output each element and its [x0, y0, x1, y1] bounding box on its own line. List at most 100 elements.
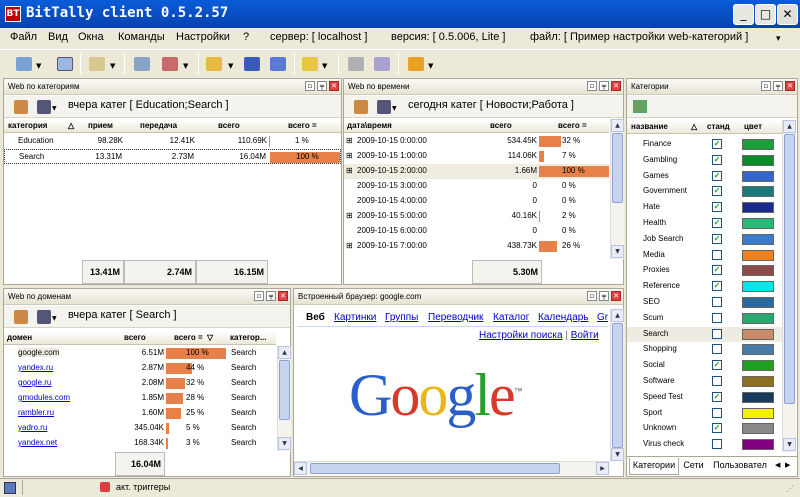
nav-calendar[interactable]: Календарь — [538, 312, 588, 323]
color-swatch[interactable] — [742, 154, 774, 166]
filter-icon[interactable] — [14, 100, 28, 114]
standard-checkbox[interactable]: ✓ — [712, 423, 722, 434]
chevron-down-icon[interactable]: ▼ — [322, 62, 327, 70]
list-item[interactable]: Hate ✓ — [627, 200, 782, 215]
menu-view[interactable]: Вид — [48, 31, 68, 43]
close-icon[interactable]: ✕ — [611, 81, 621, 91]
minimize-button[interactable]: _ — [733, 4, 754, 25]
color-swatch[interactable] — [742, 423, 774, 435]
list-item[interactable]: Search — [627, 326, 782, 342]
list-item[interactable]: Scum — [627, 311, 782, 326]
scroll-down-icon[interactable]: ▼ — [783, 438, 796, 451]
scroll-thumb[interactable] — [612, 323, 623, 448]
login-link[interactable]: Войти — [571, 330, 599, 341]
new-report-button[interactable] — [14, 54, 34, 74]
standard-checkbox[interactable]: ✓ — [712, 139, 722, 149]
expand-icon[interactable]: ⊞ — [346, 151, 353, 160]
cell-domain[interactable]: google.com — [18, 348, 60, 357]
standard-checkbox[interactable]: ✓ — [712, 265, 722, 276]
list-item[interactable]: Virus check — [627, 437, 782, 452]
col-header-category[interactable]: категор... — [230, 333, 267, 342]
scroll-thumb[interactable] — [279, 360, 290, 420]
scroll-up-icon[interactable]: ▲ — [278, 346, 291, 359]
horizontal-scrollbar[interactable]: ◀ ▶ — [294, 461, 610, 475]
chevron-down-icon[interactable]: ▼ — [183, 62, 188, 70]
restore-icon[interactable]: ▫ — [587, 291, 597, 301]
standard-checkbox[interactable] — [712, 407, 722, 418]
list-item[interactable]: Media — [627, 248, 782, 263]
cell-domain[interactable]: yadro.ru — [18, 423, 47, 432]
server-stop-button[interactable] — [160, 54, 180, 74]
expand-icon[interactable]: ⊞ — [346, 166, 353, 175]
color-swatch[interactable] — [742, 407, 774, 419]
restore-icon[interactable]: ▫ — [305, 81, 315, 91]
col-header-name[interactable]: название — [631, 122, 668, 131]
color-swatch[interactable] — [742, 249, 774, 261]
scroll-thumb[interactable] — [310, 463, 560, 474]
vertical-scrollbar[interactable]: ▲ ▼ — [277, 346, 291, 451]
table-row[interactable]: ⊞ 2009-10-15 1:00:00 114.06K 7 % — [344, 149, 609, 164]
color-swatch[interactable] — [742, 344, 774, 356]
list-item[interactable]: Finance ✓ — [627, 137, 782, 152]
restore-icon[interactable]: ▫ — [254, 291, 264, 301]
scroll-up-icon[interactable]: ▲ — [611, 119, 624, 132]
open-folder-button[interactable] — [204, 54, 224, 74]
color-swatch[interactable] — [742, 360, 774, 372]
tab-scroll-right-icon[interactable]: ▶ — [785, 461, 790, 469]
standard-checkbox[interactable] — [712, 297, 722, 307]
color-swatch[interactable] — [742, 312, 774, 324]
search-settings-link[interactable]: Настройки поиска — [479, 330, 563, 341]
table-row[interactable]: yadro.ru 345.04K 5 % Search — [4, 421, 276, 436]
list-item[interactable]: Government ✓ — [627, 184, 782, 199]
file-info[interactable]: файл: [ Пример настройки web-категорий ] — [530, 31, 748, 43]
standard-checkbox[interactable]: ✓ — [712, 233, 722, 244]
standard-checkbox[interactable]: ✓ — [712, 170, 722, 181]
col-header-total[interactable]: всего — [218, 121, 240, 130]
table-row[interactable]: Education 98.28K 12.41K 110.69K 1 % — [4, 134, 341, 149]
chevron-down-icon[interactable]: ▼ — [228, 62, 233, 70]
server-button[interactable] — [132, 54, 152, 74]
scroll-thumb[interactable] — [612, 133, 623, 203]
col-header-recv[interactable]: прием — [88, 121, 113, 130]
table-row[interactable]: gmodules.com 1.85M 28 % Search — [4, 391, 276, 406]
columns-icon[interactable] — [37, 310, 51, 324]
standard-checkbox[interactable]: ✓ — [712, 202, 722, 213]
table-row[interactable]: ⊞ 2009-10-15 7:00:00 438.73K 26 % — [344, 239, 609, 254]
cell-domain[interactable]: google.ru — [18, 378, 51, 387]
table-row[interactable]: Search 13.31M 2.73M 16.04M 100 % — [4, 149, 341, 164]
standard-checkbox[interactable] — [712, 249, 722, 260]
expand-icon[interactable]: ⊞ — [346, 211, 353, 220]
vertical-scrollbar[interactable]: ▲ ▼ — [782, 120, 796, 452]
cell-domain[interactable]: rambler.ru — [18, 408, 54, 417]
list-item[interactable]: SEO — [627, 295, 782, 310]
color-swatch[interactable] — [742, 281, 774, 293]
col-header-category[interactable]: категория — [8, 121, 47, 130]
resize-grip-icon[interactable]: ⋰ — [786, 484, 794, 493]
preview-button[interactable] — [55, 54, 75, 74]
col-header-total-pct[interactable]: всего = — [174, 333, 203, 342]
standard-checkbox[interactable]: ✓ — [712, 218, 722, 228]
cell-domain[interactable]: yandex.ru — [18, 363, 53, 372]
file-dropdown-icon[interactable]: ▾ — [776, 33, 781, 44]
color-swatch[interactable] — [742, 202, 774, 214]
color-swatch[interactable] — [742, 391, 774, 403]
color-swatch[interactable] — [742, 233, 774, 245]
standard-checkbox[interactable]: ✓ — [712, 360, 722, 371]
pin-icon[interactable]: ╤ — [317, 81, 327, 91]
filter-icon[interactable] — [14, 310, 28, 324]
nav-directory[interactable]: Каталог — [493, 312, 529, 323]
color-swatch[interactable] — [742, 170, 774, 182]
settings-button[interactable] — [372, 54, 392, 74]
menu-settings[interactable]: Настройки — [176, 31, 230, 43]
color-swatch[interactable] — [742, 328, 774, 340]
color-swatch[interactable] — [742, 218, 774, 229]
chevron-down-icon[interactable]: ▼ — [428, 62, 433, 70]
list-item[interactable]: Health ✓ — [627, 216, 782, 231]
standard-checkbox[interactable]: ✓ — [712, 391, 722, 402]
nav-groups[interactable]: Группы — [385, 312, 418, 323]
col-header-total[interactable]: всего — [124, 333, 146, 342]
list-item[interactable]: Social ✓ — [627, 358, 782, 373]
maximize-button[interactable]: □ — [755, 4, 776, 25]
color-swatch[interactable] — [742, 297, 774, 308]
close-icon[interactable]: ✕ — [611, 291, 621, 301]
